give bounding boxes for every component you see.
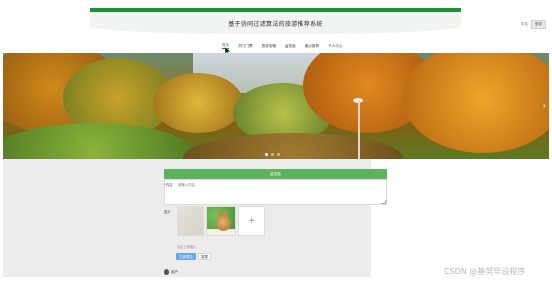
language-switch[interactable]: 中文 [521,22,528,27]
upload-add-button[interactable]: + [238,206,265,236]
nav-item-tickets[interactable]: 热门门票 [238,44,252,49]
submit-button[interactable]: 立即提交 [176,253,196,260]
site-title-banner: 基于协同过滤算法的旅游推荐系统 [90,8,461,34]
main-nav: 首页 热门门票 旅游攻略 留言板 景点推荐 个人中心 [222,43,342,49]
path [183,133,403,159]
reset-button[interactable]: 重置 [198,253,211,260]
content-textarea[interactable] [176,180,386,204]
content-label: *内容 [164,182,172,187]
avatar-icon [164,269,169,275]
nav-item-messages[interactable]: 留言板 [285,44,296,49]
nav-item-guides[interactable]: 旅游攻略 [262,44,276,49]
lamp-post [358,101,360,159]
carousel-dots [265,153,280,156]
header-actions: 中文 登录 [521,20,546,29]
foliage [403,53,549,153]
carousel-dot[interactable] [277,153,280,156]
uploaded-image[interactable] [206,206,236,236]
hero-carousel[interactable]: › [3,53,549,159]
chevron-right-icon[interactable]: › [543,101,546,110]
uploaded-image[interactable] [177,206,204,236]
site-title: 基于协同过滤算法的旅游推荐系统 [228,20,323,28]
comment-row: 用户 [164,269,178,275]
carousel-dot[interactable] [271,153,274,156]
content-label-text: 内容 [165,183,173,187]
grass [3,123,193,159]
nav-item-profile[interactable]: 个人中心 [328,44,342,49]
comment-user: 用户 [171,269,179,274]
image-label: 图片 [164,210,171,214]
nav-item-recommend[interactable]: 景点推荐 [305,44,319,49]
watermark: CSDN @基努毕设程序 [444,267,526,276]
carousel-dot[interactable] [265,153,268,156]
bunny-figure [216,216,231,231]
upload-hint: 点击上传图片 [177,245,197,249]
form-title: 留言板 [270,171,281,176]
form-header: 留言板 [164,169,387,179]
page: 基于协同过滤算法的旅游推荐系统 中文 登录 首页 热门门票 旅游攻略 留言板 景… [0,0,552,284]
foliage [153,73,243,133]
login-button[interactable]: 登录 [531,20,546,29]
